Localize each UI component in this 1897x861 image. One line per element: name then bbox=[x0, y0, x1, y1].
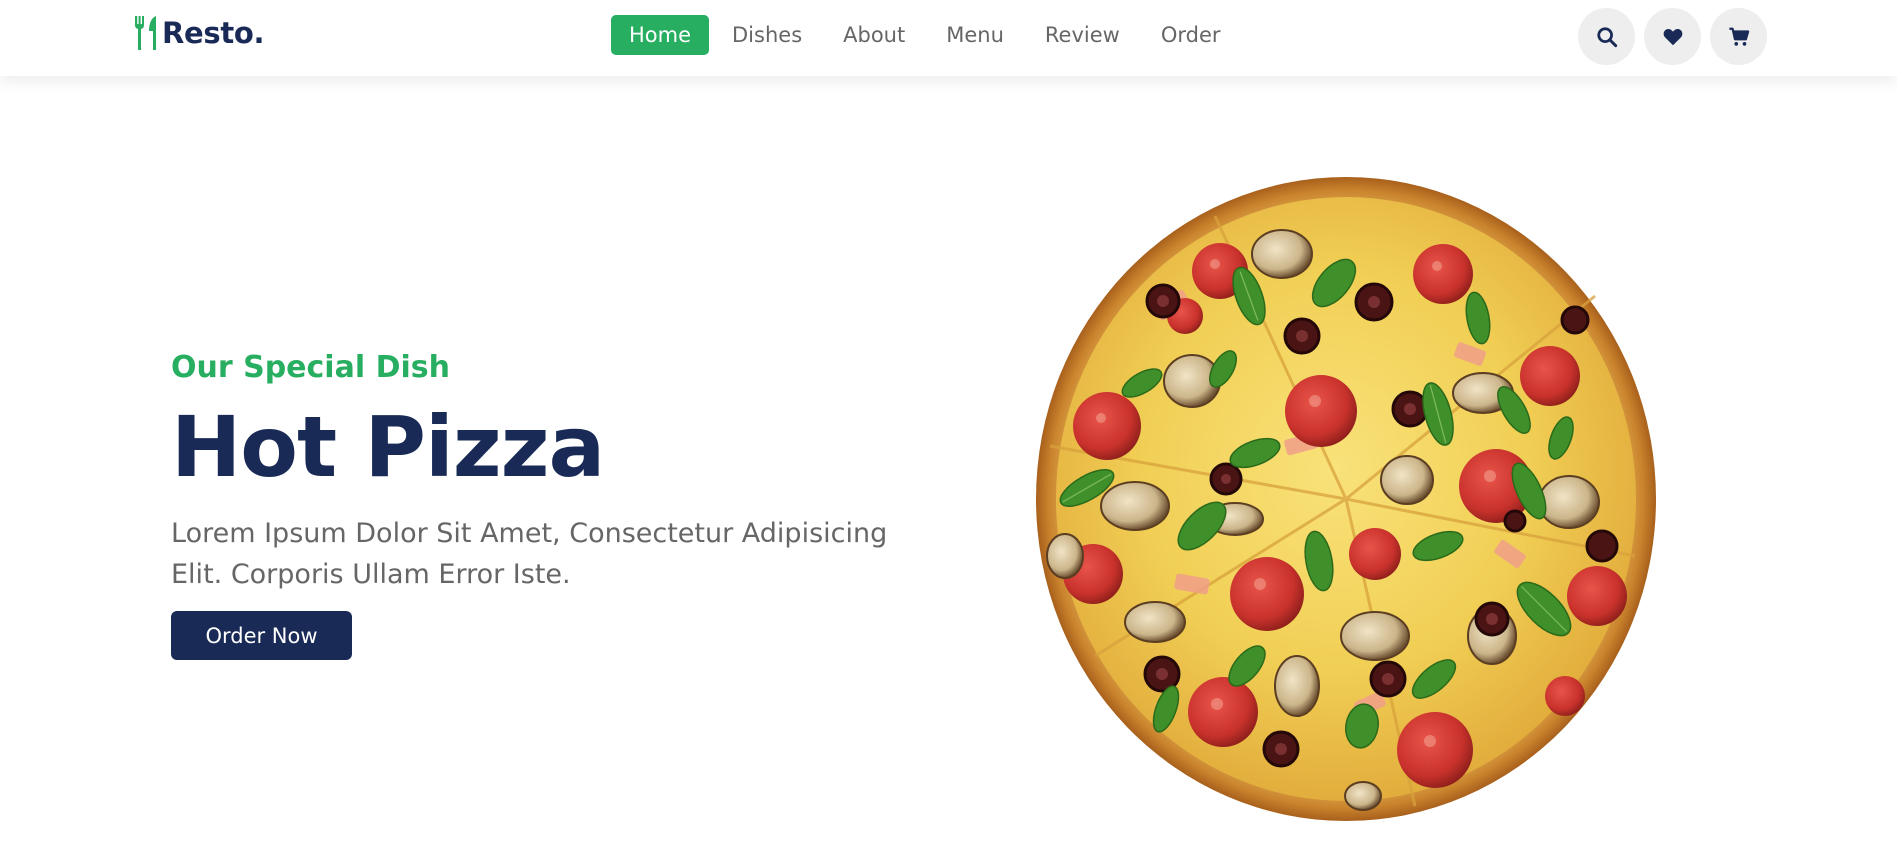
site-header: Resto. Home Dishes About Menu Review Ord… bbox=[0, 0, 1897, 76]
cart-icon bbox=[1728, 27, 1749, 46]
wishlist-button[interactable] bbox=[1644, 8, 1701, 65]
heart-icon bbox=[1663, 28, 1682, 45]
header-icons bbox=[1578, 8, 1776, 65]
nav-home[interactable]: Home bbox=[611, 15, 710, 55]
utensils-icon bbox=[134, 16, 156, 50]
hero-description: Lorem Ipsum Dolor Sit Amet, Consectetur … bbox=[171, 518, 888, 590]
nav-about[interactable]: About bbox=[825, 15, 923, 55]
nav-menu[interactable]: Menu bbox=[928, 15, 1022, 55]
search-icon bbox=[1596, 26, 1617, 47]
pizza-image bbox=[1035, 176, 1657, 822]
nav-dishes[interactable]: Dishes bbox=[714, 15, 820, 55]
nav-review[interactable]: Review bbox=[1027, 15, 1138, 55]
pizza-illustration bbox=[1036, 177, 1656, 821]
main-nav: Home Dishes About Menu Review Order bbox=[611, 15, 1244, 55]
cart-button[interactable] bbox=[1710, 8, 1767, 65]
order-now-button[interactable]: Order Now bbox=[171, 611, 352, 660]
hero-title: Hot Pizza bbox=[171, 398, 605, 496]
hero-subtitle: Our Special Dish bbox=[171, 350, 450, 385]
hero-section: Our Special Dish Hot Pizza Lorem Ipsum D… bbox=[171, 345, 931, 660]
brand-logo[interactable]: Resto. bbox=[132, 16, 265, 50]
nav-order[interactable]: Order bbox=[1143, 15, 1239, 55]
search-button[interactable] bbox=[1578, 8, 1635, 65]
brand-name: Resto. bbox=[162, 16, 265, 50]
